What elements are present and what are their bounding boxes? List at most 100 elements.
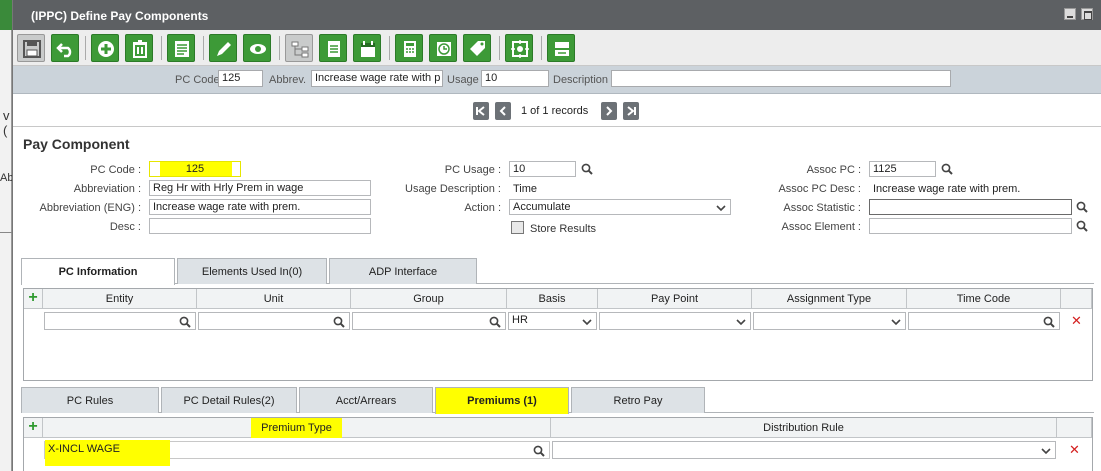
target-icon[interactable] [505,34,533,62]
usage-description-label: Usage Description : [405,183,501,195]
assoc-statistic-field[interactable] [869,199,1072,215]
search-icon[interactable] [179,316,191,328]
toolbar-separator [279,36,280,60]
list-icon[interactable] [167,34,195,62]
calculator-icon[interactable] [395,34,423,62]
add-icon[interactable] [91,34,119,62]
tab-retro-pay[interactable]: Retro Pay [571,387,705,413]
background-window: v ( Abb [0,0,20,471]
abbrev-label: Abbrev. [269,74,307,86]
toolbar-separator [85,36,86,60]
tab-pc-detail-rules[interactable]: PC Detail Rules(2) [161,387,297,413]
assignment-type-select[interactable] [753,312,906,330]
add-row-icon[interactable]: + [26,290,40,306]
tab-adp-interface[interactable]: ADP Interface [329,258,477,284]
pc-code-label: PC Code : [90,164,141,176]
pay-point-select[interactable] [599,312,751,330]
group-cell-input[interactable] [352,312,506,330]
add-row-icon[interactable]: + [26,419,40,435]
save-icon[interactable] [17,34,45,62]
background-window-divider [0,232,12,233]
last-record-button[interactable] [623,102,639,120]
assoc-pc-field[interactable]: 1125 [869,161,936,177]
premium-type-header-label: Premium Type [251,418,342,438]
section-title: Pay Component [23,136,130,152]
action-label: Action : [464,202,501,214]
layout-icon[interactable] [547,34,575,62]
section-divider [13,126,1101,127]
assoc-pc-desc-value: Increase wage rate with prem. [873,183,1021,195]
abbrev-query-input[interactable]: Increase wage rate with p [311,70,443,87]
unit-cell-input[interactable] [198,312,350,330]
chevron-down-icon [1041,448,1051,455]
chevron-down-icon [891,319,901,326]
store-results-checkbox[interactable] [511,221,524,234]
entity-cell-input[interactable] [44,312,196,330]
pc-usage-field[interactable]: 10 [509,161,576,177]
time-code-cell-input[interactable] [908,312,1060,330]
abbreviation-eng-field[interactable]: Increase wage rate with prem. [149,199,371,215]
usage-label: Usage [447,74,479,86]
action-select[interactable]: Accumulate [509,199,731,215]
view-icon[interactable] [243,34,271,62]
column-header-pay-point: Pay Point [598,289,752,309]
next-record-button[interactable] [601,102,617,120]
search-icon[interactable] [533,445,545,457]
pc-code-value: 125 [185,163,205,175]
pc-code-field[interactable]: 125 [149,161,241,177]
column-header-entity: Entity [43,289,197,309]
edit-icon[interactable] [209,34,237,62]
abbreviation-label: Abbreviation : [73,183,141,195]
previous-record-button[interactable] [495,102,511,120]
minimize-button[interactable] [1064,8,1076,20]
tab-pc-information[interactable]: PC Information [21,258,175,285]
pc-code-query-input[interactable]: 125 [218,70,263,87]
desc-field[interactable] [149,218,371,234]
document-icon[interactable] [319,34,347,62]
basis-select[interactable]: HR [508,312,597,330]
usage-description-value: Time [513,183,538,195]
tab-premiums[interactable]: Premiums (1) [435,387,569,414]
description-query-input[interactable] [611,70,951,87]
column-header-actions [1061,289,1092,309]
pc-code-label: PC Code [175,74,220,86]
assoc-pc-label: Assoc PC : [806,164,861,176]
add-row-header: + [24,289,43,309]
chevron-down-icon [716,205,726,212]
tree-icon[interactable] [285,34,313,62]
delete-row-icon[interactable]: ✕ [1069,442,1080,458]
title-bar: (IPPC) Define Pay Components [13,0,1101,30]
chevron-down-icon [582,319,592,326]
search-icon[interactable] [581,163,593,175]
record-count: 1 of 1 records [521,105,589,117]
delete-icon[interactable] [125,34,153,62]
search-icon[interactable] [333,316,345,328]
tab-acct-arrears[interactable]: Acct/Arrears [299,387,433,413]
tab-elements-used-in[interactable]: Elements Used In(0) [177,258,327,284]
search-icon[interactable] [1076,201,1088,213]
first-record-button[interactable] [473,102,489,120]
search-icon[interactable] [941,163,953,175]
calendar-icon[interactable] [353,34,381,62]
search-icon[interactable] [1043,316,1055,328]
maximize-button[interactable] [1081,8,1093,20]
toolbar-separator [499,36,500,60]
clock-icon[interactable] [429,34,457,62]
define-pay-components-window: (IPPC) Define Pay Components PC Code 125… [12,0,1101,471]
search-icon[interactable] [1076,220,1088,232]
action-value: Accumulate [513,201,571,213]
tab-pc-rules[interactable]: PC Rules [21,387,159,413]
assoc-element-label: Assoc Element : [781,221,861,233]
tag-icon[interactable] [463,34,491,62]
toolbar-separator [203,36,204,60]
assoc-element-field[interactable] [869,218,1072,234]
delete-row-icon[interactable]: ✕ [1071,313,1082,329]
usage-query-input[interactable]: 10 [481,70,549,87]
abbreviation-field[interactable]: Reg Hr with Hrly Prem in wage [149,180,371,196]
undo-icon[interactable] [51,34,79,62]
main-tab-strip: PC Information Elements Used In(0) ADP I… [21,258,1094,285]
distribution-rule-select[interactable] [552,441,1056,459]
search-icon[interactable] [489,316,501,328]
column-header-assignment-type: Assignment Type [752,289,907,309]
premium-type-cell-input[interactable]: X-INCL WAGE [44,440,550,466]
